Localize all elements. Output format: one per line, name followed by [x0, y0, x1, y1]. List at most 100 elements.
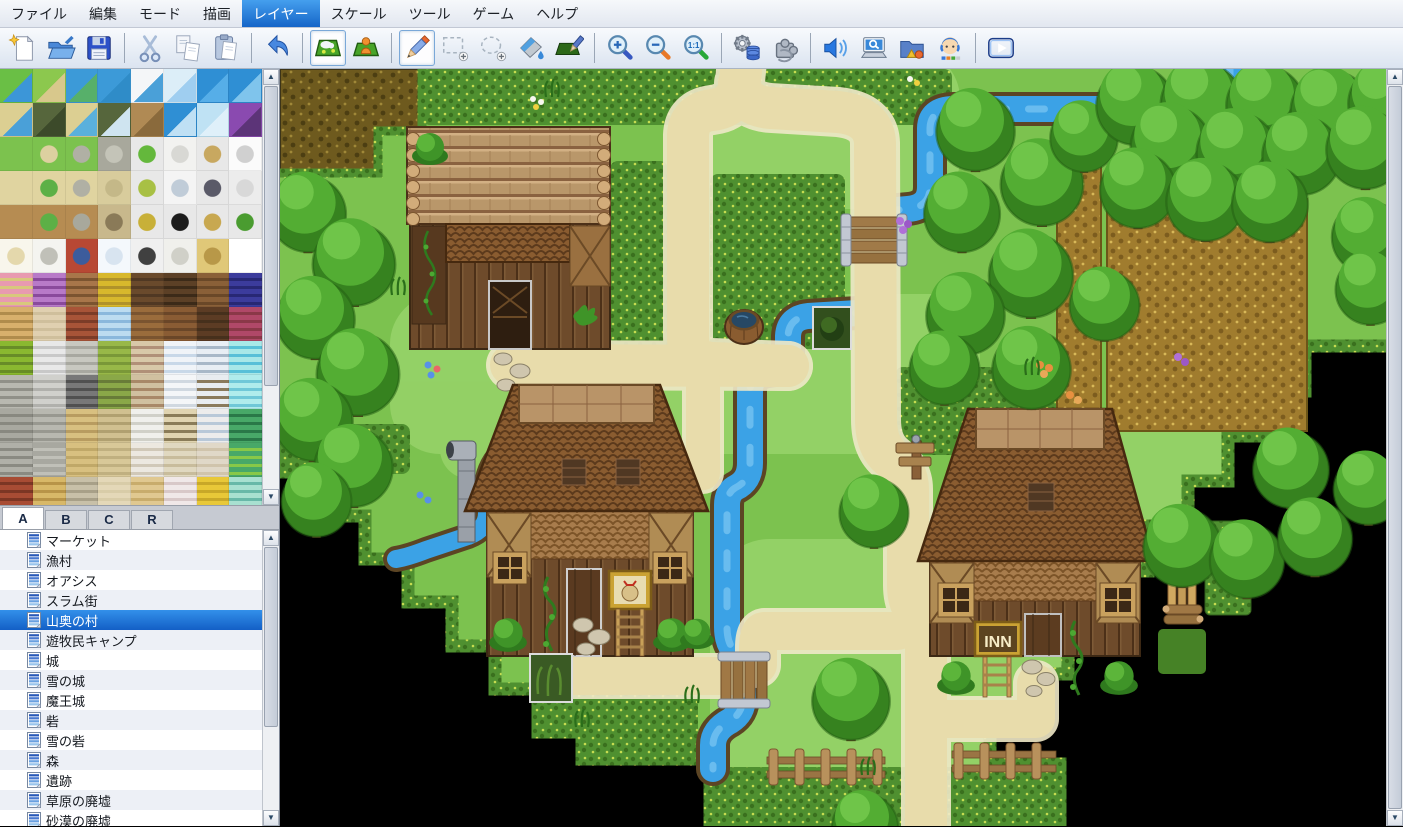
- palette-tile-r7-c6[interactable]: [197, 307, 230, 341]
- palette-scroll-track[interactable]: [263, 387, 279, 489]
- canvas-scroll-thumb[interactable]: [1388, 86, 1402, 809]
- palette-tile-r3-c2[interactable]: [66, 171, 99, 205]
- palette-tile-r11-c1[interactable]: [33, 443, 66, 477]
- palette-tile-r4-c2[interactable]: [66, 205, 99, 239]
- menu-item-4[interactable]: レイヤー: [242, 0, 320, 27]
- sound-test-button[interactable]: [818, 30, 854, 66]
- palette-tile-r9-c7[interactable]: [229, 375, 262, 409]
- zoom-actual-size-button[interactable]: [678, 30, 714, 66]
- palette-tile-r7-c7[interactable]: [229, 307, 262, 341]
- undo-button[interactable]: [259, 30, 295, 66]
- palette-tile-r1-c5[interactable]: [164, 103, 197, 137]
- palette-tile-r9-c6[interactable]: [197, 375, 230, 409]
- palette-tile-r6-c0[interactable]: [0, 273, 33, 307]
- map-list-item-13[interactable]: 草原の廃墟: [0, 790, 262, 810]
- menu-item-1[interactable]: 編集: [78, 0, 128, 27]
- palette-tile-r7-c1[interactable]: [33, 307, 66, 341]
- map-list-item-2[interactable]: オアシス: [0, 570, 262, 590]
- palette-tile-r2-c7[interactable]: [229, 137, 262, 171]
- palette-tile-r10-c2[interactable]: [66, 409, 99, 443]
- palette-tile-r0-c3[interactable]: [98, 69, 131, 103]
- palette-tile-r10-c3[interactable]: [98, 409, 131, 443]
- map-list-item-5[interactable]: 遊牧民キャンプ: [0, 630, 262, 650]
- palette-tile-r5-c0[interactable]: [0, 239, 33, 273]
- map-list-item-8[interactable]: 魔王城: [0, 690, 262, 710]
- palette-tile-r9-c1[interactable]: [33, 375, 66, 409]
- shadow-pen-tool-button[interactable]: [551, 30, 587, 66]
- save-project-button[interactable]: [81, 30, 117, 66]
- copy-button[interactable]: [170, 30, 206, 66]
- map-list-item-1[interactable]: 漁村: [0, 550, 262, 570]
- palette-tile-r12-c7[interactable]: [229, 477, 262, 505]
- palette-tile-r3-c3[interactable]: [98, 171, 131, 205]
- map-list-item-9[interactable]: 砦: [0, 710, 262, 730]
- palette-tile-r5-c6[interactable]: [197, 239, 230, 273]
- map-list-scroll-thumb[interactable]: [264, 547, 278, 727]
- palette-tile-r2-c1[interactable]: [33, 137, 66, 171]
- menu-item-7[interactable]: ゲーム: [462, 0, 526, 27]
- palette-tile-r8-c3[interactable]: [98, 341, 131, 375]
- zoom-out-button[interactable]: [640, 30, 676, 66]
- map-list-item-0[interactable]: マーケット: [0, 530, 262, 550]
- palette-tile-r3-c4[interactable]: [131, 171, 164, 205]
- palette-tile-r0-c2[interactable]: [66, 69, 99, 103]
- palette-tile-r8-c2[interactable]: [66, 341, 99, 375]
- plugin-manager-button[interactable]: [767, 30, 803, 66]
- map-mode-button[interactable]: [310, 30, 346, 66]
- palette-tile-r10-c0[interactable]: [0, 409, 33, 443]
- database-button[interactable]: [729, 30, 765, 66]
- palette-tile-r3-c1[interactable]: [33, 171, 66, 205]
- palette-tile-r2-c4[interactable]: [131, 137, 164, 171]
- ellipse-tool-button[interactable]: [475, 30, 511, 66]
- flood-fill-tool-button[interactable]: [513, 30, 549, 66]
- map-list-item-10[interactable]: 雪の砦: [0, 730, 262, 750]
- palette-tile-r6-c3[interactable]: [98, 273, 131, 307]
- palette-tile-r11-c0[interactable]: [0, 443, 33, 477]
- palette-tile-r6-c2[interactable]: [66, 273, 99, 307]
- palette-tile-r10-c6[interactable]: [197, 409, 230, 443]
- palette-tile-r0-c5[interactable]: [164, 69, 197, 103]
- palette-tile-r3-c0[interactable]: [0, 171, 33, 205]
- palette-tile-r3-c5[interactable]: [164, 171, 197, 205]
- palette-tile-r3-c7[interactable]: [229, 171, 262, 205]
- map-list-item-3[interactable]: スラム街: [0, 590, 262, 610]
- palette-tile-r0-c7[interactable]: [229, 69, 262, 103]
- map-list-scrollbar[interactable]: ▲ ▼: [262, 530, 279, 826]
- menu-item-2[interactable]: モード: [128, 0, 192, 27]
- palette-scroll-thumb[interactable]: [264, 86, 278, 386]
- palette-tile-r1-c2[interactable]: [66, 103, 99, 137]
- palette-tile-r9-c4[interactable]: [131, 375, 164, 409]
- palette-tile-r4-c5[interactable]: [164, 205, 197, 239]
- paste-button[interactable]: [208, 30, 244, 66]
- palette-tile-r5-c2[interactable]: [66, 239, 99, 273]
- map-list-item-4[interactable]: 山奥の村: [0, 610, 262, 630]
- scroll-down-icon[interactable]: ▼: [263, 810, 279, 826]
- palette-tile-r5-c7[interactable]: [229, 239, 262, 273]
- palette-tile-r7-c2[interactable]: [66, 307, 99, 341]
- palette-tile-r7-c4[interactable]: [131, 307, 164, 341]
- palette-tile-r2-c3[interactable]: [98, 137, 131, 171]
- scroll-down-icon[interactable]: ▼: [1387, 810, 1403, 826]
- palette-tile-r4-c3[interactable]: [98, 205, 131, 239]
- map-edit-canvas[interactable]: INN: [280, 69, 1386, 826]
- palette-tile-r2-c0[interactable]: [0, 137, 33, 171]
- scroll-up-icon[interactable]: ▲: [263, 69, 279, 85]
- palette-tile-r4-c6[interactable]: [197, 205, 230, 239]
- palette-tile-r9-c3[interactable]: [98, 375, 131, 409]
- palette-tile-r8-c0[interactable]: [0, 341, 33, 375]
- palette-tile-r6-c4[interactable]: [131, 273, 164, 307]
- palette-scrollbar[interactable]: ▲ ▼: [262, 69, 279, 505]
- palette-tile-r7-c0[interactable]: [0, 307, 33, 341]
- palette-tile-r12-c3[interactable]: [98, 477, 131, 505]
- palette-tile-r4-c0[interactable]: [0, 205, 33, 239]
- palette-tile-r10-c1[interactable]: [33, 409, 66, 443]
- palette-tile-r9-c5[interactable]: [164, 375, 197, 409]
- scroll-down-icon[interactable]: ▼: [263, 489, 279, 505]
- palette-tile-r4-c7[interactable]: [229, 205, 262, 239]
- map-list-item-12[interactable]: 遺跡: [0, 770, 262, 790]
- palette-tile-r11-c7[interactable]: [229, 443, 262, 477]
- palette-tile-r11-c6[interactable]: [197, 443, 230, 477]
- map-list-item-14[interactable]: 砂漠の廃墟: [0, 810, 262, 826]
- map-list-item-11[interactable]: 森: [0, 750, 262, 770]
- palette-tile-r10-c4[interactable]: [131, 409, 164, 443]
